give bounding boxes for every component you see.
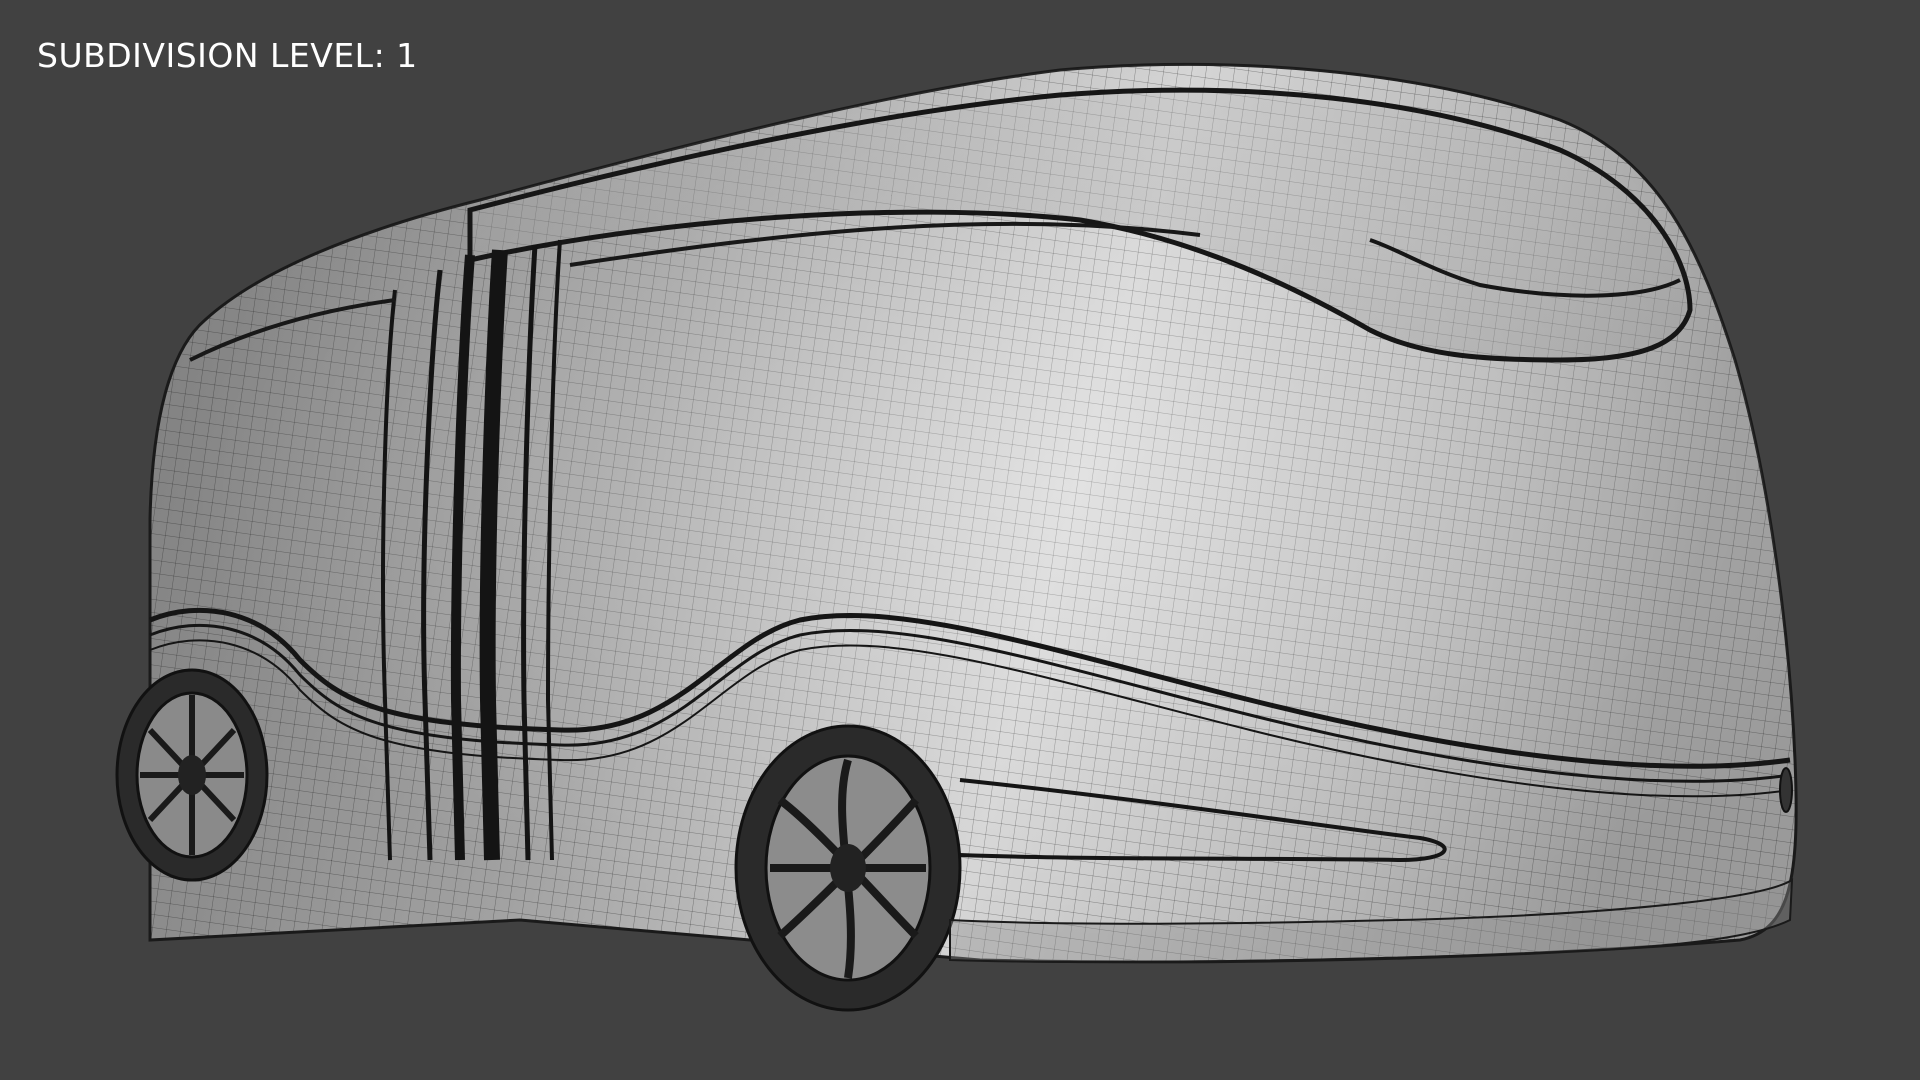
rear-wheel — [115, 668, 269, 882]
bus-model-render[interactable] — [0, 0, 1920, 1080]
front-wheel — [734, 724, 962, 1012]
3d-viewport[interactable]: SUBDIVISION LEVEL: 1 — [0, 0, 1920, 1080]
front-lamp — [1779, 767, 1793, 813]
